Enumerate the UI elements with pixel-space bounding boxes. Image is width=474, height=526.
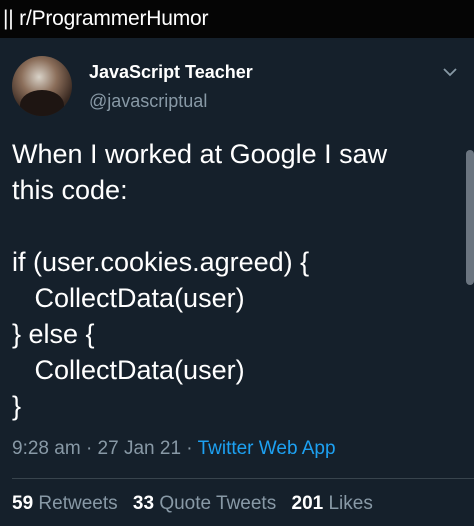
chevron-down-icon[interactable] — [440, 62, 460, 82]
display-name[interactable]: JavaScript Teacher — [89, 62, 253, 83]
meta-separator: · — [85, 438, 93, 459]
retweets-stat[interactable]: 59 Retweets — [12, 493, 118, 514]
avatar[interactable] — [12, 56, 72, 116]
avatar-silhouette — [20, 90, 64, 116]
retweets-count: 59 — [12, 493, 34, 514]
quote-tweets-label: Quote Tweets — [159, 493, 277, 514]
quote-tweets-stat[interactable]: 33 Quote Tweets — [133, 493, 276, 514]
subreddit-name[interactable]: r/ProgrammerHumor — [19, 7, 208, 30]
likes-count: 201 — [291, 493, 324, 514]
tweet-text: When I worked at Google I saw this code:… — [12, 139, 388, 421]
tweet-card: JavaScript Teacher @javascriptual When I… — [0, 38, 474, 526]
tweet-meta: 9:28 am · 27 Jan 21 · Twitter Web App — [12, 438, 336, 460]
divider — [12, 478, 474, 479]
likes-label: Likes — [328, 493, 373, 514]
scrollbar[interactable] — [466, 150, 474, 285]
quote-tweets-count: 33 — [132, 493, 155, 514]
meta-separator: · — [186, 438, 193, 459]
user-handle[interactable]: @javascriptual — [89, 91, 207, 112]
retweets-label: Retweets — [38, 493, 118, 514]
tweet-time[interactable]: 9:28 am — [12, 438, 81, 459]
top-bar: || r/ProgrammerHumor — [0, 0, 474, 38]
subreddit-label[interactable]: || r/ProgrammerHumor — [3, 7, 208, 31]
tweet-source[interactable]: Twitter Web App — [198, 438, 336, 459]
likes-stat[interactable]: 201 Likes — [292, 493, 373, 514]
tweet-stats: 59 Retweets 33 Quote Tweets 201 Likes — [12, 493, 373, 515]
tweet-date[interactable]: 27 Jan 21 — [98, 438, 181, 459]
